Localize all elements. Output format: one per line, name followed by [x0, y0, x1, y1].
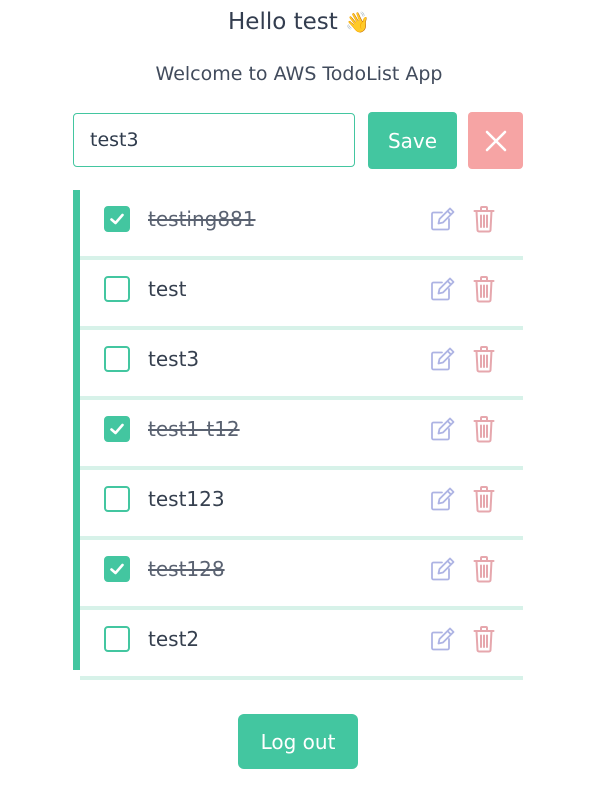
todo-text: testing881	[148, 207, 256, 231]
todo-item: test2	[80, 610, 523, 680]
todo-divider	[80, 676, 523, 680]
todo-item: testing881	[80, 190, 523, 260]
delete-button[interactable]	[471, 204, 497, 234]
edit-icon	[431, 277, 455, 301]
trash-icon	[473, 276, 495, 303]
todo-list-accent-bar	[73, 190, 80, 670]
edit-icon	[431, 557, 455, 581]
trash-icon	[473, 206, 495, 233]
todo-input[interactable]	[73, 113, 355, 167]
todo-item: test1-t12	[80, 400, 523, 470]
edit-button[interactable]	[429, 344, 457, 374]
todo-text: test128	[148, 557, 225, 581]
todo-checkbox[interactable]	[104, 276, 130, 302]
todo-checkbox[interactable]	[104, 206, 130, 232]
edit-icon	[431, 487, 455, 511]
edit-button[interactable]	[429, 484, 457, 514]
save-button[interactable]: Save	[368, 112, 457, 169]
waving-hand-icon: 👋	[345, 10, 370, 34]
todo-text: test123	[148, 487, 225, 511]
delete-button[interactable]	[471, 344, 497, 374]
check-icon	[110, 213, 124, 225]
delete-button[interactable]	[471, 624, 497, 654]
welcome-subtitle: Welcome to AWS TodoList App	[155, 63, 443, 85]
todo-text: test3	[148, 347, 200, 371]
greeting-text: Hello test	[228, 9, 338, 35]
cancel-button[interactable]	[468, 112, 523, 169]
check-icon	[110, 563, 124, 575]
edit-button[interactable]	[429, 274, 457, 304]
todo-checkbox[interactable]	[104, 486, 130, 512]
delete-button[interactable]	[471, 554, 497, 584]
edit-icon	[431, 627, 455, 651]
todo-app-page: Hello test 👋 Welcome to AWS TodoList App…	[0, 0, 598, 812]
check-icon	[110, 423, 124, 435]
todo-item: test3	[80, 330, 523, 400]
todo-item: test123	[80, 470, 523, 540]
todo-checkbox[interactable]	[104, 626, 130, 652]
todo-checkbox[interactable]	[104, 346, 130, 372]
trash-icon	[473, 346, 495, 373]
edit-button[interactable]	[429, 414, 457, 444]
delete-button[interactable]	[471, 484, 497, 514]
todo-text: test1-t12	[148, 417, 240, 441]
edit-button[interactable]	[429, 624, 457, 654]
close-icon	[485, 130, 506, 151]
edit-icon	[431, 347, 455, 371]
logout-button[interactable]: Log out	[238, 714, 358, 769]
delete-button[interactable]	[471, 414, 497, 444]
trash-icon	[473, 556, 495, 583]
edit-icon	[431, 417, 455, 441]
trash-icon	[473, 416, 495, 443]
edit-icon	[431, 207, 455, 231]
todo-text: test2	[148, 627, 200, 651]
edit-button[interactable]	[429, 554, 457, 584]
todo-item: test128	[80, 540, 523, 610]
delete-button[interactable]	[471, 274, 497, 304]
todo-item: test	[80, 260, 523, 330]
todo-checkbox[interactable]	[104, 416, 130, 442]
trash-icon	[473, 626, 495, 653]
edit-button[interactable]	[429, 204, 457, 234]
trash-icon	[473, 486, 495, 513]
greeting-heading: Hello test 👋	[0, 6, 598, 38]
todo-checkbox[interactable]	[104, 556, 130, 582]
todo-text: test	[148, 277, 187, 301]
todo-list: testing881 test test3 test1-t12 test123 test1…	[73, 190, 523, 680]
